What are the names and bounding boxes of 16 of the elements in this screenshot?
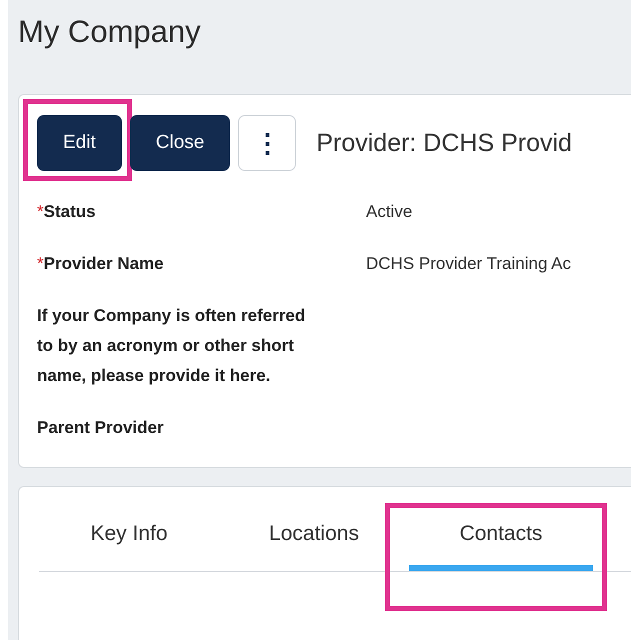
- field-label: Parent Provider: [37, 417, 165, 439]
- field-label: Status: [44, 201, 97, 223]
- action-button[interactable]: Close: [130, 115, 230, 171]
- action-button[interactable]: Edit: [37, 115, 122, 171]
- field-value: Active: [366, 202, 412, 221]
- field-value: DCHS Provider Training Ac: [366, 254, 572, 273]
- tab[interactable]: Locations: [219, 515, 409, 571]
- field-label: Provider Name: [44, 253, 165, 275]
- more-button[interactable]: ⋮: [238, 115, 296, 171]
- required-mark: *: [37, 201, 44, 223]
- tab[interactable]: Contacts: [409, 515, 593, 571]
- required-mark: *: [37, 253, 44, 275]
- tab[interactable]: Key Info: [39, 515, 219, 571]
- page-title: My Company: [18, 14, 202, 50]
- field-label: If your Company is often referred to by an acronym or other short name, please provide it here.: [37, 305, 306, 387]
- record-title: Provider: DCHS Provid: [316, 128, 572, 158]
